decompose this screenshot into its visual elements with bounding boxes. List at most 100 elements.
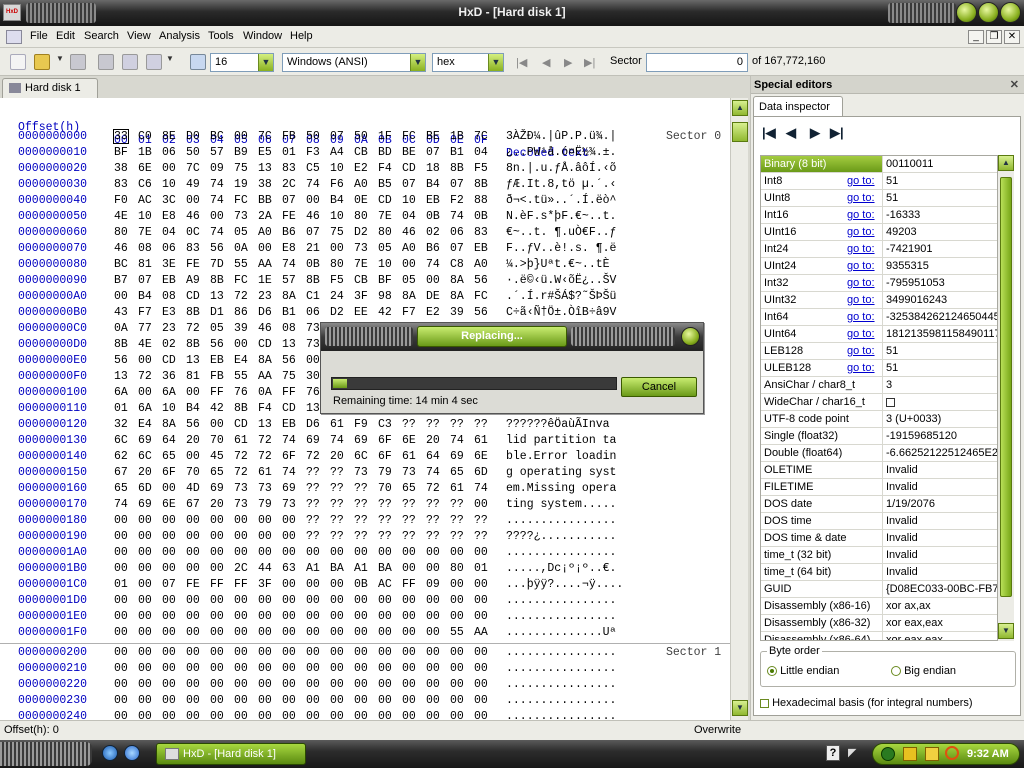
hex-byte[interactable]: 46	[306, 210, 320, 223]
hex-byte[interactable]: 00	[378, 678, 392, 691]
hex-byte[interactable]: 00	[378, 626, 392, 639]
hex-byte[interactable]: D6	[306, 418, 320, 431]
hex-byte[interactable]: 83	[474, 226, 488, 239]
hex-byte[interactable]: 05	[234, 226, 248, 239]
hex-basis-checkbox[interactable]	[760, 698, 769, 708]
hex-byte[interactable]: FB	[210, 370, 224, 383]
inspector-row[interactable]: Disassembly (x86-32) xor eax,eax	[761, 615, 997, 632]
hex-byte[interactable]: 00	[354, 594, 368, 607]
hex-byte[interactable]: E5	[258, 146, 272, 159]
hex-byte[interactable]: DE	[426, 290, 440, 303]
hex-byte[interactable]: 72	[186, 322, 200, 335]
hex-byte[interactable]: EB	[162, 274, 176, 287]
hex-byte[interactable]: 80	[114, 226, 128, 239]
hex-byte[interactable]: 00	[210, 626, 224, 639]
inspector-row[interactable]: DOS date 1/19/2076	[761, 496, 997, 513]
hex-byte[interactable]: 00	[186, 610, 200, 623]
hex-byte[interactable]: 02	[426, 226, 440, 239]
hex-byte[interactable]: 62	[114, 450, 128, 463]
inspector-row[interactable]: DOS time & date Invalid	[761, 530, 997, 547]
hex-byte[interactable]: 00	[474, 710, 488, 720]
hex-byte[interactable]: 00	[258, 710, 272, 720]
help-icon[interactable]: ?	[826, 745, 840, 761]
hex-byte[interactable]: 65	[402, 482, 416, 495]
decoded-text[interactable]: ................	[506, 678, 616, 691]
inspector-row[interactable]: UInt16 go to: 49203	[761, 224, 997, 241]
hex-byte[interactable]: 72	[234, 450, 248, 463]
hex-byte[interactable]: 50	[354, 130, 368, 143]
tab-hard-disk-1[interactable]: Hard disk 1	[2, 78, 98, 98]
hex-byte[interactable]: 00	[234, 694, 248, 707]
hex-basis-option[interactable]: Hexadecimal basis (for integral numbers)	[760, 697, 973, 709]
hex-byte[interactable]: 00	[162, 678, 176, 691]
inspector-row[interactable]: LEB128 go to: 51	[761, 343, 997, 360]
minimize-button[interactable]	[956, 2, 977, 23]
hex-byte[interactable]: 00	[138, 710, 152, 720]
hex-byte[interactable]: 61	[258, 466, 272, 479]
inspector-value[interactable]: xor eax,eax	[882, 632, 997, 640]
hex-byte[interactable]: 00	[474, 646, 488, 659]
hex-byte[interactable]: C0	[138, 130, 152, 143]
hex-byte[interactable]: AA	[474, 626, 488, 639]
hex-byte[interactable]: AA	[258, 370, 272, 383]
hex-byte[interactable]: 18	[426, 162, 440, 175]
hex-byte[interactable]: 00	[306, 194, 320, 207]
hex-byte[interactable]: 00	[186, 194, 200, 207]
inspector-row[interactable]: WideChar / char16_t	[761, 394, 997, 411]
hex-byte[interactable]: 13	[258, 418, 272, 431]
hex-byte[interactable]: 00	[138, 646, 152, 659]
hex-byte[interactable]: 76	[306, 386, 320, 399]
hex-byte[interactable]: E8	[282, 242, 296, 255]
taskbar-item-hxd[interactable]: HxD - [Hard disk 1]	[156, 743, 306, 765]
close-button[interactable]	[1000, 2, 1021, 23]
hex-byte[interactable]: FF	[210, 386, 224, 399]
hex-byte[interactable]: C3	[378, 418, 392, 431]
hex-byte[interactable]: 00	[114, 694, 128, 707]
hex-byte[interactable]: 07	[306, 226, 320, 239]
decoded-text[interactable]: .....,Dc¡º¡º..€.	[506, 562, 616, 575]
hex-byte[interactable]: BF	[378, 274, 392, 287]
hex-byte[interactable]: 43	[114, 306, 128, 319]
hex-byte[interactable]: 20	[330, 450, 344, 463]
hex-byte[interactable]: 74	[426, 258, 440, 271]
hex-byte[interactable]: 7C	[186, 162, 200, 175]
hex-byte[interactable]: 00	[474, 594, 488, 607]
hex-byte[interactable]: 00	[378, 546, 392, 559]
hex-byte[interactable]: 00	[234, 546, 248, 559]
hex-byte[interactable]: 69	[354, 434, 368, 447]
hex-byte[interactable]: 72	[234, 466, 248, 479]
goto-link[interactable]: go to:	[847, 311, 875, 323]
hex-byte[interactable]: 10	[402, 194, 416, 207]
hex-byte[interactable]: 00	[402, 694, 416, 707]
hex-byte[interactable]: ??	[306, 498, 320, 511]
hex-byte[interactable]: 73	[234, 498, 248, 511]
hex-byte[interactable]: 00	[354, 710, 368, 720]
inspector-value[interactable]: 18121359811584901171	[882, 326, 997, 342]
hex-byte[interactable]: ??	[402, 418, 416, 431]
hex-byte[interactable]: 7C	[258, 130, 272, 143]
hex-byte[interactable]: 00	[474, 498, 488, 511]
hex-byte[interactable]: 6E	[474, 450, 488, 463]
hex-byte[interactable]: B7	[114, 274, 128, 287]
hex-byte[interactable]: BE	[426, 130, 440, 143]
hex-byte[interactable]: 56	[282, 354, 296, 367]
menu-search[interactable]: Search	[84, 30, 119, 42]
hex-byte[interactable]: 74	[210, 226, 224, 239]
hex-byte[interactable]: 0B	[426, 210, 440, 223]
hex-byte[interactable]: 00	[162, 162, 176, 175]
hex-byte[interactable]: ??	[450, 514, 464, 527]
hex-byte[interactable]: 00	[306, 546, 320, 559]
hex-byte[interactable]: 00	[282, 546, 296, 559]
hex-byte[interactable]: 13	[282, 338, 296, 351]
inspector-row[interactable]: Int8 go to: 51	[761, 173, 997, 190]
hex-byte[interactable]: 6E	[138, 162, 152, 175]
hex-byte[interactable]: EB	[474, 242, 488, 255]
hex-byte[interactable]: B1	[450, 146, 464, 159]
hex-byte[interactable]: F9	[354, 418, 368, 431]
decoded-text[interactable]: ??????êÖaùÃInva	[506, 418, 610, 431]
inspector-value[interactable]: 9355315	[882, 258, 997, 274]
hex-byte[interactable]: 2A	[258, 210, 272, 223]
hex-byte[interactable]: FC	[234, 194, 248, 207]
inspector-row[interactable]: time_t (64 bit) Invalid	[761, 564, 997, 581]
hex-byte[interactable]: 00	[450, 694, 464, 707]
